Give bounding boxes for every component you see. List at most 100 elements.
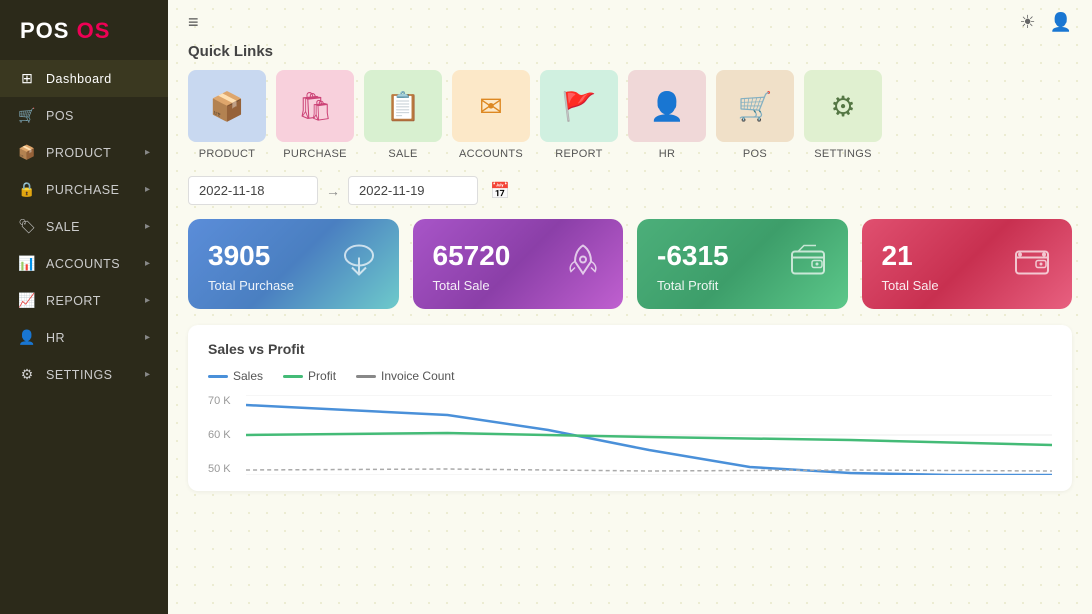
nav-label-hr: HR xyxy=(46,331,65,345)
nav-icon-pos: 🛒 xyxy=(18,107,36,124)
sidebar-item-purchase[interactable]: 🔒 PURCHASE ▸ xyxy=(0,171,168,208)
quick-link-label-purchase: PURCHASE xyxy=(283,148,347,160)
legend-sales-label: Sales xyxy=(233,369,263,383)
nav-label-product: PRODUCT xyxy=(46,146,111,160)
chart-area: 70 K 60 K 50 K xyxy=(208,395,1052,475)
legend-profit-dot xyxy=(283,375,303,378)
stat-card-total-purchase: 3905 Total Purchase xyxy=(188,219,399,309)
quick-link-label-accounts: ACCOUNTS xyxy=(459,148,523,160)
topbar-actions: ☀ 👤 xyxy=(1019,12,1072,33)
calendar-icon[interactable]: 📅 xyxy=(490,181,510,201)
sidebar-item-sale[interactable]: 🏷 SALE ▸ xyxy=(0,208,168,245)
sidebar-item-pos[interactable]: 🛒 POS xyxy=(0,97,168,134)
stat-card-total-sale: 65720 Total Sale xyxy=(413,219,624,309)
chart-legend: Sales Profit Invoice Count xyxy=(208,369,1052,383)
quick-link-icon-pos: 🛒 xyxy=(738,90,773,123)
stat-cards: 3905 Total Purchase 65720 Total Sale xyxy=(168,219,1092,325)
menu-toggle-icon[interactable]: ≡ xyxy=(188,12,199,33)
sidebar-item-dashboard[interactable]: ⊞ Dashboard xyxy=(0,60,168,97)
nav-arrow-sale: ▸ xyxy=(145,221,150,232)
nav-arrow-purchase: ▸ xyxy=(145,184,150,195)
quick-link-icon-sale: 📋 xyxy=(386,90,421,123)
quick-link-icon-settings: ⚙ xyxy=(830,90,855,123)
nav-item-left: 👤 HR xyxy=(18,329,65,346)
quick-link-icon-report: 🚩 xyxy=(562,90,597,123)
quick-link-product[interactable]: 📦 PRODUCT xyxy=(188,70,266,160)
quick-links-title: Quick Links xyxy=(168,39,1092,70)
nav-item-left: 📊 ACCOUNTS xyxy=(18,255,120,272)
y-label-50k: 50 K xyxy=(208,463,243,475)
quick-link-label-hr: HR xyxy=(659,148,676,160)
nav-icon-purchase: 🔒 xyxy=(18,181,36,198)
sidebar: POS OS ⊞ Dashboard 🛒 POS 📦 PRODUCT ▸ 🔒 P… xyxy=(0,0,168,614)
quick-link-icon-accounts: ✉ xyxy=(479,90,502,123)
legend-sales: Sales xyxy=(208,369,263,383)
nav-label-sale: SALE xyxy=(46,220,80,234)
rocket-icon xyxy=(561,238,605,291)
logo: POS OS xyxy=(0,0,168,60)
sidebar-item-product[interactable]: 📦 PRODUCT ▸ xyxy=(0,134,168,171)
quick-link-report[interactable]: 🚩 REPORT xyxy=(540,70,618,160)
logo-os: OS xyxy=(69,18,110,43)
quick-link-icon-product: 📦 xyxy=(210,90,245,123)
legend-profit-label: Profit xyxy=(308,369,336,383)
nav-icon-report: 📈 xyxy=(18,292,36,309)
chart-y-labels: 70 K 60 K 50 K xyxy=(208,395,243,475)
quick-link-label-sale: SALE xyxy=(388,148,417,160)
quick-link-settings[interactable]: ⚙ SETTINGS xyxy=(804,70,882,160)
quick-link-accounts[interactable]: ✉ ACCOUNTS xyxy=(452,70,530,160)
logo-pos: POS xyxy=(20,18,69,43)
sidebar-item-accounts[interactable]: 📊 ACCOUNTS ▸ xyxy=(0,245,168,282)
sidebar-item-settings[interactable]: ⚙ SETTINGS ▸ xyxy=(0,356,168,393)
nav-item-left: ⚙ SETTINGS xyxy=(18,366,113,383)
quick-link-box-sale: 📋 xyxy=(364,70,442,142)
quick-link-box-pos: 🛒 xyxy=(716,70,794,142)
y-label-70k: 70 K xyxy=(208,395,243,407)
nav-item-left: 📈 REPORT xyxy=(18,292,101,309)
wallet2-icon xyxy=(1010,238,1054,291)
nav-label-accounts: ACCOUNTS xyxy=(46,257,120,271)
chart-svg xyxy=(246,395,1052,475)
nav-item-left: 🛒 POS xyxy=(18,107,74,124)
quick-link-box-purchase: 🛍 xyxy=(276,70,354,142)
nav-label-settings: SETTINGS xyxy=(46,368,113,382)
theme-toggle-icon[interactable]: ☀ xyxy=(1019,12,1035,33)
quick-link-hr[interactable]: 👤 HR xyxy=(628,70,706,160)
nav-icon-dashboard: ⊞ xyxy=(18,70,36,87)
nav-icon-accounts: 📊 xyxy=(18,255,36,272)
legend-profit: Profit xyxy=(283,369,336,383)
nav-icon-settings: ⚙ xyxy=(18,366,36,383)
sidebar-item-hr[interactable]: 👤 HR ▸ xyxy=(0,319,168,356)
quick-link-icon-purchase: 🛍 xyxy=(297,90,333,123)
stat-card-total-profit: -6315 Total Profit xyxy=(637,219,848,309)
quick-link-sale[interactable]: 📋 SALE xyxy=(364,70,442,160)
legend-invoice: Invoice Count xyxy=(356,369,454,383)
quick-link-box-accounts: ✉ xyxy=(452,70,530,142)
date-start-input[interactable] xyxy=(188,176,318,205)
quick-links-grid: 📦 PRODUCT 🛍 PURCHASE 📋 SALE ✉ ACCOUNTS 🚩… xyxy=(168,70,1092,176)
nav-icon-product: 📦 xyxy=(18,144,36,161)
chart-title: Sales vs Profit xyxy=(208,341,1052,357)
nav-arrow-accounts: ▸ xyxy=(145,258,150,269)
sidebar-item-report[interactable]: 📈 REPORT ▸ xyxy=(0,282,168,319)
date-end-input[interactable] xyxy=(348,176,478,205)
quick-link-pos[interactable]: 🛒 POS xyxy=(716,70,794,160)
quick-link-label-pos: POS xyxy=(743,148,767,160)
date-arrow-icon: → xyxy=(326,183,340,199)
main-content: ≡ ☀ 👤 Quick Links 📦 PRODUCT 🛍 PURCHASE 📋… xyxy=(168,0,1092,614)
quick-link-box-report: 🚩 xyxy=(540,70,618,142)
user-profile-icon[interactable]: 👤 xyxy=(1050,12,1072,33)
quick-link-box-settings: ⚙ xyxy=(804,70,882,142)
quick-link-label-settings: SETTINGS xyxy=(814,148,871,160)
quick-link-box-hr: 👤 xyxy=(628,70,706,142)
quick-link-label-report: REPORT xyxy=(555,148,602,160)
stat-card-total-sale-2: 21 Total Sale xyxy=(862,219,1073,309)
nav-item-left: 🔒 PURCHASE xyxy=(18,181,119,198)
sidebar-nav: ⊞ Dashboard 🛒 POS 📦 PRODUCT ▸ 🔒 PURCHASE… xyxy=(0,60,168,614)
nav-arrow-settings: ▸ xyxy=(145,369,150,380)
legend-invoice-label: Invoice Count xyxy=(381,369,454,383)
nav-item-left: ⊞ Dashboard xyxy=(18,70,112,87)
quick-link-purchase[interactable]: 🛍 PURCHASE xyxy=(276,70,354,160)
nav-icon-hr: 👤 xyxy=(18,329,36,346)
y-label-60k: 60 K xyxy=(208,429,243,441)
